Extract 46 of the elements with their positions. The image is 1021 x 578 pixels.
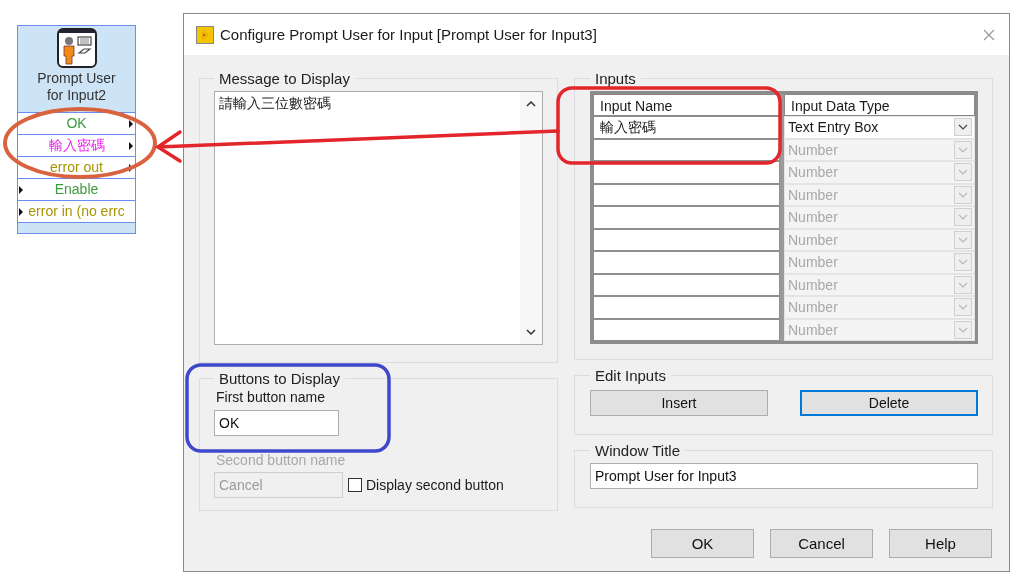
- group-title: Window Title: [594, 442, 682, 459]
- input-name-cell[interactable]: [593, 318, 780, 341]
- field-label: First button name: [216, 389, 325, 405]
- terminal[interactable]: Enable: [18, 178, 135, 200]
- group-title: Edit Inputs: [594, 367, 667, 384]
- app-icon: [196, 25, 214, 44]
- group-title: Message to Display: [218, 70, 351, 87]
- column-header: Input Data Type: [784, 94, 975, 116]
- checkbox-icon[interactable]: [348, 478, 362, 492]
- input-name-cell[interactable]: [593, 206, 780, 229]
- input-name-cell[interactable]: [593, 273, 780, 296]
- node-title: Prompt User for Input2: [36, 70, 117, 104]
- chevron-down-icon[interactable]: [954, 118, 972, 137]
- input-name-cell[interactable]: [593, 138, 780, 161]
- terminal[interactable]: error in (no errc: [18, 200, 135, 222]
- dialog-button[interactable]: Help: [889, 529, 992, 558]
- edit-button[interactable]: Delete: [800, 390, 978, 416]
- terminal[interactable]: OK: [18, 112, 135, 134]
- input-name-cell[interactable]: 輸入密碼: [593, 116, 780, 139]
- terminal[interactable]: 輸入密碼: [18, 134, 135, 156]
- input-name-cell[interactable]: [593, 251, 780, 274]
- first-button-field[interactable]: OK: [214, 410, 339, 436]
- output-arrow-icon: [129, 120, 133, 128]
- input-name-cell[interactable]: [593, 228, 780, 251]
- display-second-checkbox[interactable]: Display second button: [348, 477, 504, 493]
- dialog-button[interactable]: OK: [651, 529, 754, 558]
- output-arrow-icon: [129, 164, 133, 172]
- input-arrow-icon: [19, 208, 23, 216]
- scroll-down-icon[interactable]: [526, 329, 536, 335]
- group-title: Inputs: [594, 70, 637, 87]
- scroll-up-icon[interactable]: [526, 101, 536, 107]
- scrollbar[interactable]: [520, 92, 542, 344]
- group-title: Buttons to Display: [218, 370, 341, 387]
- dialog-button[interactable]: Cancel: [770, 529, 873, 558]
- person-at-keyboard-icon: [56, 28, 97, 68]
- window-title-field[interactable]: Prompt User for Input3: [590, 463, 978, 489]
- close-icon[interactable]: [983, 28, 995, 41]
- input-name-cell[interactable]: [593, 296, 780, 319]
- input-arrow-icon: [19, 186, 23, 194]
- output-arrow-icon: [129, 142, 133, 150]
- column-header: Input Name: [593, 94, 780, 116]
- window-title: Configure Prompt User for Input [Prompt User for Input3]: [220, 26, 598, 43]
- input-name-cell[interactable]: [593, 183, 780, 206]
- edit-button[interactable]: Insert: [590, 390, 768, 416]
- field-label: Second button name: [216, 452, 346, 468]
- data-type-dropdown[interactable]: Text Entry Box: [784, 116, 975, 139]
